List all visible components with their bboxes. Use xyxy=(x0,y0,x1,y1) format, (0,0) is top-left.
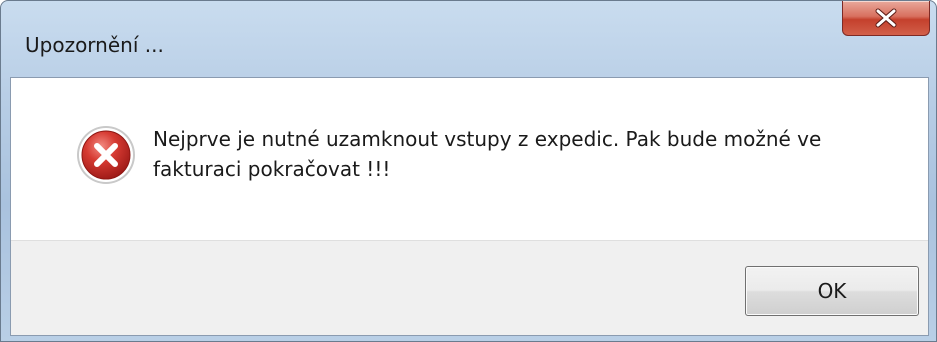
title-bar[interactable]: Upozornění ... xyxy=(1,1,936,77)
error-icon xyxy=(77,126,135,184)
dialog-window: Upozornění ... Nejprve je nutné uzamknou… xyxy=(0,0,937,342)
button-bar: OK xyxy=(11,240,928,335)
window-title: Upozornění ... xyxy=(25,33,164,57)
message-text: Nejprve je nutné uzamknout vstupy z expe… xyxy=(153,127,822,181)
dialog-body: Nejprve je nutné uzamknout vstupy z expe… xyxy=(10,77,929,336)
close-x-icon xyxy=(875,8,897,28)
ok-button[interactable]: OK xyxy=(745,266,919,316)
message-area: Nejprve je nutné uzamknout vstupy z expe… xyxy=(11,78,928,240)
close-button[interactable] xyxy=(842,1,930,36)
